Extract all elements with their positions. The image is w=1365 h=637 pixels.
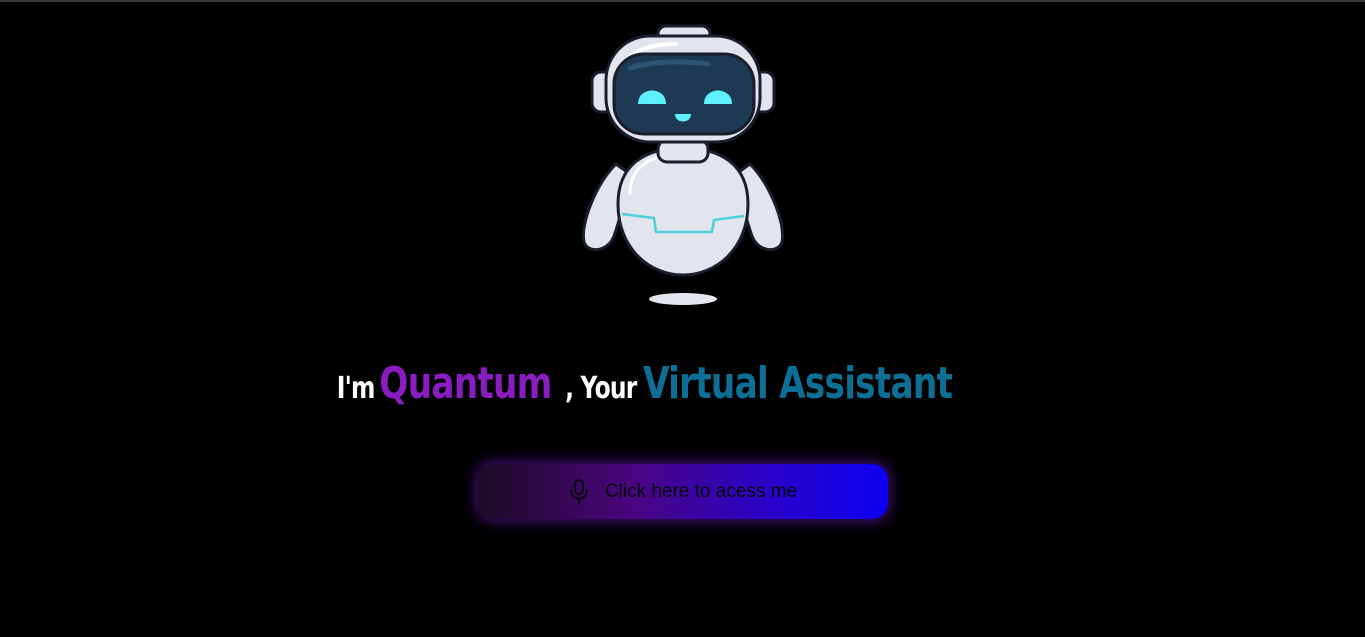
assistant-name: Quantum [379, 358, 552, 409]
window-top-border [0, 0, 1365, 2]
microphone-icon [569, 478, 589, 505]
headline-intro: I'm [336, 371, 376, 406]
headline: I'm Quantum , Your Virtual Assistant [0, 362, 1365, 406]
access-assistant-button[interactable]: Click here to acess me [478, 464, 888, 519]
access-button-label: Click here to acess me [604, 480, 798, 502]
assistant-role: Virtual Assistant [642, 358, 953, 409]
robot-mascot [578, 24, 788, 308]
headline-connector: , Your [564, 371, 637, 406]
robot-shadow [649, 293, 717, 305]
robot-illustration [581, 24, 785, 305]
robot-body [616, 146, 750, 277]
